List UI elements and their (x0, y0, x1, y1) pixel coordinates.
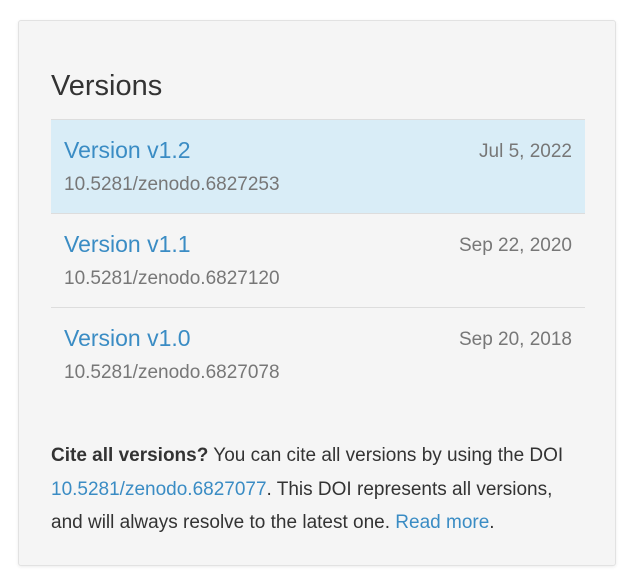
version-link-v1-0[interactable]: Version v1.0 (64, 324, 191, 352)
cite-heading: Cite all versions? (51, 445, 209, 466)
version-doi: 10.5281/zenodo.6827253 (64, 174, 280, 195)
version-date: Jul 5, 2022 (479, 141, 572, 162)
versions-panel: Versions Version v1.2 Jul 5, 2022 10.528… (18, 20, 616, 566)
version-doi: 10.5281/zenodo.6827120 (64, 268, 280, 289)
cite-all-versions-note: Cite all versions? You can cite all vers… (51, 439, 585, 540)
version-doi: 10.5281/zenodo.6827078 (64, 362, 280, 383)
version-link-v1-1[interactable]: Version v1.1 (64, 230, 191, 258)
versions-title: Versions (51, 70, 163, 102)
version-row: Version v1.0 Sep 20, 2018 10.5281/zenodo… (51, 307, 585, 401)
version-row: Version v1.1 Sep 22, 2020 10.5281/zenodo… (51, 213, 585, 307)
version-link-v1-2[interactable]: Version v1.2 (64, 136, 191, 164)
version-date: Sep 22, 2020 (458, 235, 572, 256)
read-more-link[interactable]: Read more (395, 512, 489, 533)
version-date: Sep 20, 2018 (458, 329, 572, 350)
version-row: Version v1.2 Jul 5, 2022 10.5281/zenodo.… (51, 119, 585, 213)
cite-text-1: You can cite all versions by using the D… (208, 445, 564, 466)
cite-end: . (489, 512, 495, 533)
concept-doi-link[interactable]: 10.5281/zenodo.6827077 (51, 479, 267, 500)
versions-list: Version v1.2 Jul 5, 2022 10.5281/zenodo.… (51, 119, 585, 401)
